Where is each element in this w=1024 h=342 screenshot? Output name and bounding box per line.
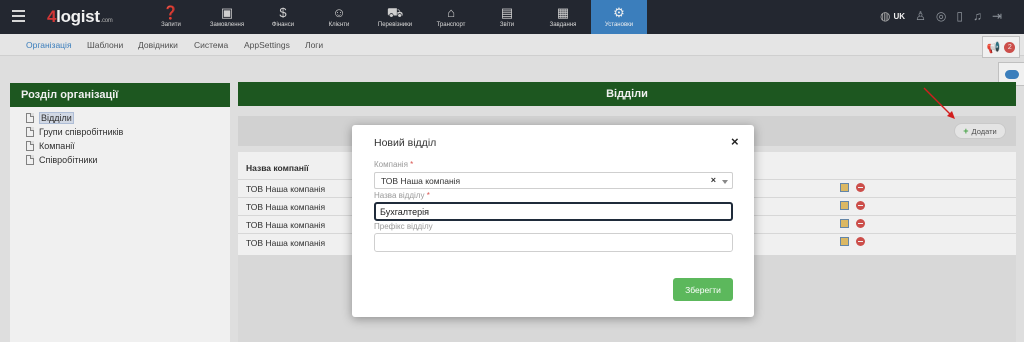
- chevron-down-icon[interactable]: [722, 180, 728, 184]
- department-prefix-label: Префікс відділу: [374, 222, 433, 231]
- company-label: Компанія *: [374, 160, 414, 169]
- modal-title: Новий відділ: [374, 137, 437, 149]
- department-name-label: Назва відділу *: [374, 191, 430, 200]
- company-select[interactable]: ТОВ Наша компанія ×: [374, 172, 733, 189]
- new-department-modal: Новий відділ × Компанія * ТОВ Наша компа…: [352, 125, 754, 317]
- close-icon[interactable]: ×: [731, 134, 739, 149]
- department-prefix-input[interactable]: [374, 233, 733, 252]
- department-name-input[interactable]: [374, 202, 733, 221]
- save-button[interactable]: Зберегти: [673, 278, 733, 301]
- clear-icon[interactable]: ×: [711, 175, 716, 185]
